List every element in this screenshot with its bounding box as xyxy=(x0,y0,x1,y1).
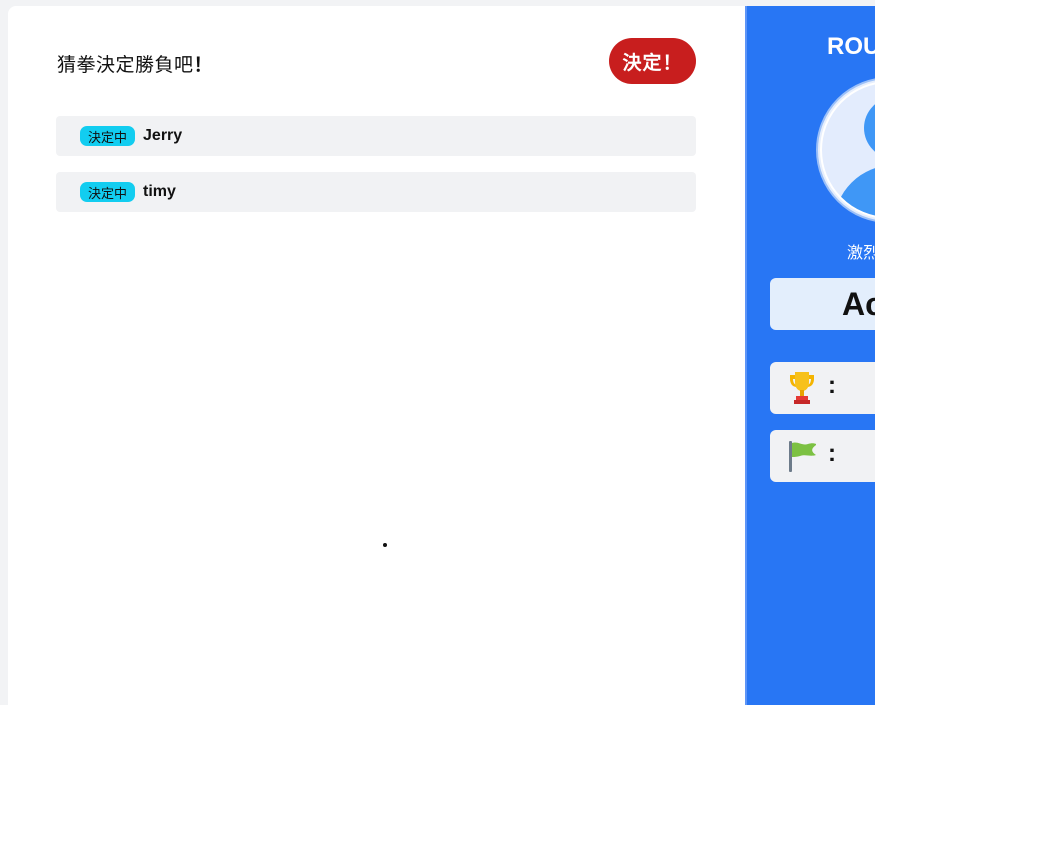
player-name: Jerry xyxy=(143,127,183,144)
round-label: ROU xyxy=(827,33,875,60)
status-badge: 決定中 xyxy=(80,126,136,146)
wins-separator: : xyxy=(828,372,836,399)
flag-icon xyxy=(789,441,816,472)
game-title: 猜拳決定勝負吧！ xyxy=(57,50,213,77)
player-row: 決定中 Jerry xyxy=(56,116,696,156)
game-panel: 猜拳決定勝負吧！ 決定！ 決定中 Jerry 決定中 timy xyxy=(8,6,745,705)
trophy-icon xyxy=(790,372,814,404)
avatar-caption: 激烈 xyxy=(847,245,875,262)
decide-button[interactable]: 決定！ xyxy=(609,38,696,84)
avatar xyxy=(816,77,875,223)
player-row: 決定中 timy xyxy=(56,172,696,212)
losses-separator: : xyxy=(828,440,836,467)
loading-dot xyxy=(383,543,387,547)
status-badge: 決定中 xyxy=(80,182,136,202)
player-name-display: Ac xyxy=(842,286,875,322)
wins-stat: : xyxy=(770,362,875,414)
avatar-head-shape xyxy=(864,97,875,159)
avatar-body-shape xyxy=(834,165,875,217)
losses-stat: : xyxy=(770,430,875,482)
app-window: 猜拳決定勝負吧！ 決定！ 決定中 Jerry 決定中 timy ROU 激烈 A… xyxy=(0,0,875,705)
game-title-emphasis: ！ xyxy=(193,55,214,76)
player-name-box: Ac xyxy=(770,278,875,330)
avatar-image xyxy=(820,81,875,219)
game-title-text: 猜拳決定勝負吧 xyxy=(57,55,194,76)
player-name: timy xyxy=(143,183,176,200)
player-info-panel: ROU 激烈 Ac : xyxy=(745,6,875,705)
